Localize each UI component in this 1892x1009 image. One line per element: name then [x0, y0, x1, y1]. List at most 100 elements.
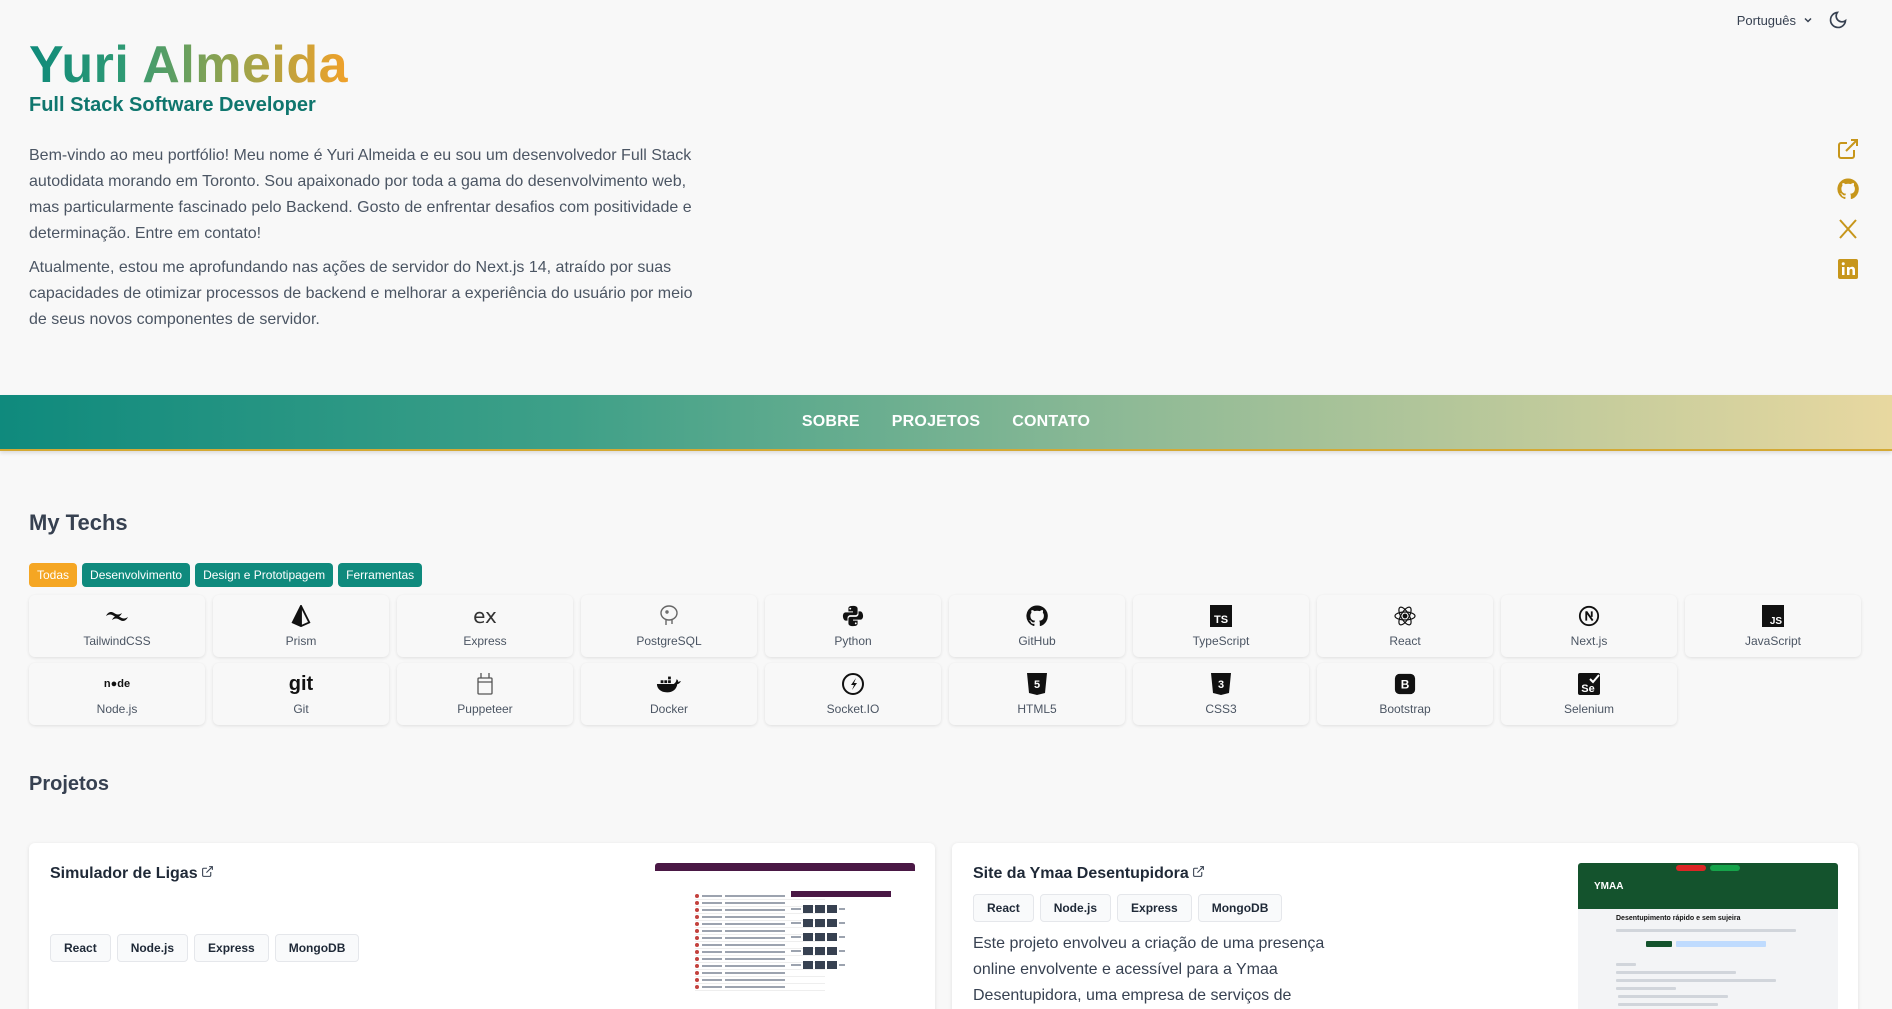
thumbnail-pill [1676, 865, 1706, 871]
express-icon: ex [473, 604, 497, 628]
tech-card-express[interactable]: ex Express [397, 595, 573, 657]
external-link-icon [1192, 865, 1205, 883]
tag: Node.js [116, 934, 189, 962]
github-icon[interactable] [1836, 177, 1862, 201]
x-icon[interactable] [1836, 217, 1862, 241]
moon-icon[interactable] [1828, 10, 1848, 30]
tech-card-docker[interactable]: Docker [581, 663, 757, 725]
prism-icon [288, 604, 314, 628]
tech-card-selenium[interactable]: Se Selenium [1501, 663, 1677, 725]
filter-desenvolvimento[interactable]: Desenvolvimento [82, 563, 191, 587]
tech-label: CSS3 [1205, 702, 1237, 716]
tech-card-css3[interactable]: 3 CSS3 [1133, 663, 1309, 725]
tech-label: Prism [285, 634, 317, 648]
nav-projetos[interactable]: PROJETOS [892, 413, 980, 431]
tag: MongoDB [274, 934, 360, 962]
filter-ferramentas[interactable]: Ferramentas [338, 563, 423, 587]
tech-label: Socket.IO [826, 702, 880, 716]
project-card: Simulador de Ligas React Node.js Express… [29, 843, 935, 1009]
tech-card-react[interactable]: React [1317, 595, 1493, 657]
bootstrap-icon: B [1392, 672, 1418, 696]
tech-label: TailwindCSS [83, 634, 151, 648]
tech-card-puppeteer[interactable]: Puppeteer [397, 663, 573, 725]
python-icon [840, 604, 866, 628]
project-card: Site da Ymaa Desentupidora React Node.js… [952, 843, 1858, 1009]
docker-icon [656, 672, 682, 696]
tech-label: TypeScript [1192, 634, 1250, 648]
tech-card-javascript[interactable]: JS JavaScript [1685, 595, 1861, 657]
nodejs-icon: n●de [103, 678, 131, 690]
tech-card-postgresql[interactable]: PostgreSQL [581, 595, 757, 657]
tech-card-socketio[interactable]: Socket.IO [765, 663, 941, 725]
language-selector[interactable]: Português [1737, 13, 1814, 28]
tech-card-html5[interactable]: 5 HTML5 [949, 663, 1125, 725]
thumbnail-button [1646, 941, 1672, 947]
tech-label: Bootstrap [1379, 702, 1431, 716]
tech-card-prism[interactable]: Prism [213, 595, 389, 657]
puppeteer-icon [472, 672, 498, 696]
project-title-link[interactable]: Simulador de Ligas [50, 865, 214, 883]
css3-icon: 3 [1208, 672, 1234, 696]
topbar: Português [1737, 10, 1848, 30]
thumbnail-line [1616, 963, 1636, 966]
projects-title: Projetos [29, 773, 110, 795]
filter-todas[interactable]: Todas [29, 563, 78, 587]
tech-card-bootstrap[interactable]: B Bootstrap [1317, 663, 1493, 725]
tech-label: GitHub [1018, 634, 1056, 648]
hero-name: Yuri Almeida [29, 36, 349, 94]
selenium-icon: Se [1576, 672, 1602, 696]
tech-card-tailwindcss[interactable]: TailwindCSS [29, 595, 205, 657]
language-label: Português [1736, 12, 1796, 28]
project-thumbnail[interactable] [655, 863, 915, 1009]
nav-sobre[interactable]: SOBRE [802, 413, 860, 431]
project-title-link[interactable]: Site da Ymaa Desentupidora [973, 865, 1205, 883]
tech-card-python[interactable]: Python [765, 595, 941, 657]
svg-text:Se: Se [1581, 683, 1594, 695]
thumbnail-header: YMAA [1578, 863, 1838, 909]
socketio-icon [840, 672, 866, 696]
hero-role: Full Stack Software Developer [29, 94, 316, 116]
thumbnail-logo: YMAA [1594, 881, 1624, 892]
bio-paragraph: Atualmente, estou me aprofundando nas aç… [29, 259, 693, 328]
tech-label: Python [834, 634, 872, 648]
techs-title: My Techs [29, 510, 128, 535]
chevron-down-icon [1802, 14, 1814, 26]
project-title: Site da Ymaa Desentupidora [973, 865, 1189, 882]
tech-label: Puppeteer [457, 702, 513, 716]
nextjs-icon [1576, 604, 1602, 628]
svg-text:B: B [1401, 678, 1410, 692]
project-tags: React Node.js Express MongoDB [50, 934, 360, 962]
external-link-icon[interactable] [1836, 137, 1862, 161]
tech-card-git[interactable]: git Git [213, 663, 389, 725]
typescript-icon: TS [1208, 604, 1234, 628]
tag: React [973, 894, 1034, 922]
project-thumbnail[interactable]: YMAA Desentupimento rápido e sem sujeira [1578, 863, 1838, 1009]
tech-card-nextjs[interactable]: Next.js [1501, 595, 1677, 657]
thumbnail-line [1618, 995, 1728, 998]
filter-design[interactable]: Design e Prototipagem [195, 563, 334, 587]
main-navbar: SOBRE PROJETOS CONTATO [0, 395, 1892, 451]
thumbnail-pill [1710, 865, 1740, 871]
social-links [1836, 137, 1862, 281]
hero-section: Yuri Almeida Full Stack Software Develop… [29, 36, 729, 341]
thumbnail-line [1616, 987, 1676, 990]
tech-label: Express [463, 634, 507, 648]
tech-grid: TailwindCSS Prism ex Express PostgreSQL … [29, 595, 1861, 725]
project-tags: React Node.js Express MongoDB [973, 894, 1283, 922]
svg-text:3: 3 [1218, 679, 1224, 691]
thumbnail-button [1676, 941, 1766, 947]
nav-contato[interactable]: CONTATO [1012, 413, 1090, 431]
tag: Express [1117, 894, 1192, 922]
bio-paragraph: Bem-vindo ao meu portfólio! Meu nome é Y… [29, 147, 692, 242]
tech-filters: Todas Desenvolvimento Design e Prototipa… [29, 563, 423, 587]
tech-label: HTML5 [1017, 702, 1057, 716]
tech-card-github[interactable]: GitHub [949, 595, 1125, 657]
linkedin-icon[interactable] [1836, 257, 1862, 281]
postgresql-icon [656, 604, 682, 628]
thumbnail-line [1618, 1003, 1718, 1006]
tech-label: Docker [649, 702, 688, 716]
tech-label: React [1389, 634, 1421, 648]
tech-card-nodejs[interactable]: n●de Node.js [29, 663, 205, 725]
tech-label: Git [293, 702, 309, 716]
tech-card-typescript[interactable]: TS TypeScript [1133, 595, 1309, 657]
